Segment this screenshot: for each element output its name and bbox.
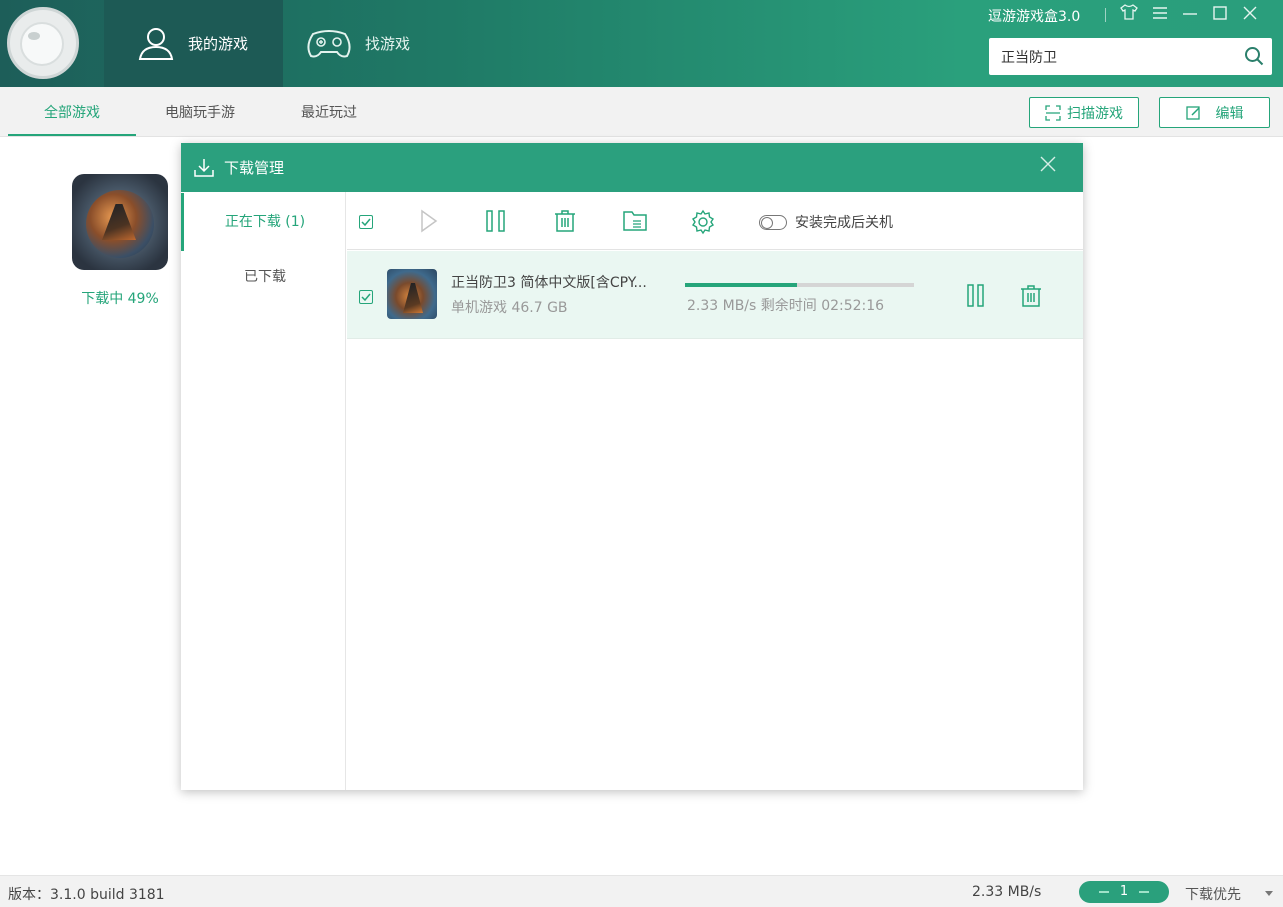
shutdown-label: 安装完成后关机 xyxy=(795,215,893,231)
user-icon xyxy=(138,27,174,60)
dialog-sidebar: 正在下载 (1) 已下载 xyxy=(181,192,346,790)
download-progress-fill xyxy=(685,283,798,287)
app-logo[interactable] xyxy=(7,7,79,79)
row-checkbox[interactable] xyxy=(359,290,373,304)
game-tile-cover[interactable] xyxy=(72,174,168,270)
edit-icon xyxy=(1185,105,1200,120)
sub-navigation: 全部游戏 电脑玩手游 最近玩过 扫描游戏 编辑 xyxy=(0,87,1283,137)
dialog-close-icon[interactable] xyxy=(1039,155,1057,173)
dialog-title: 下载管理 xyxy=(224,159,285,177)
edit-label: 编辑 xyxy=(1215,105,1244,122)
menu-icon[interactable] xyxy=(1152,5,1168,25)
minimize-icon[interactable] xyxy=(1182,5,1198,25)
chevron-down-icon[interactable] xyxy=(1265,891,1273,896)
search-input[interactable] xyxy=(1001,48,1231,65)
status-bar: 版本：3.1.0 build 3181 2.33 MB/s 1 下载优先 xyxy=(0,875,1283,907)
download-icon xyxy=(194,158,214,177)
gamepad-icon xyxy=(307,29,351,57)
download-title: 正当防卫3 简体中文版[含CPY... xyxy=(451,275,647,291)
scan-games-label: 扫描游戏 xyxy=(1067,105,1123,122)
window-controls xyxy=(1105,4,1272,25)
delete-icon[interactable] xyxy=(554,209,576,233)
subtab-recent[interactable]: 最近玩过 xyxy=(282,87,376,136)
row-pause-icon[interactable] xyxy=(967,284,985,308)
edit-button[interactable]: 编辑 xyxy=(1159,97,1270,128)
tab-my-games-label: 我的游戏 xyxy=(188,35,249,53)
title-separator xyxy=(1105,7,1106,22)
settings-gear-icon[interactable] xyxy=(690,209,716,235)
close-icon[interactable] xyxy=(1242,5,1258,25)
download-speed: 2.33 MB/s 剩余时间 02:52:16 xyxy=(687,298,885,314)
app-title: 逗游游戏盒3.0 xyxy=(988,9,1081,25)
scan-games-button[interactable]: 扫描游戏 xyxy=(1029,97,1139,128)
sidebar-item-downloaded[interactable]: 已下载 xyxy=(181,246,346,304)
search-box xyxy=(989,38,1272,75)
priority-select[interactable]: 下载优先 xyxy=(1185,884,1241,904)
maximize-icon[interactable] xyxy=(1212,5,1228,25)
download-progress-bar xyxy=(685,283,914,287)
subtab-all-games[interactable]: 全部游戏 xyxy=(8,87,136,136)
folder-icon[interactable] xyxy=(622,209,648,233)
dialog-header: 下载管理 xyxy=(181,143,1083,192)
statusbar-speed: 2.33 MB/s xyxy=(972,884,1042,900)
scan-icon xyxy=(1045,104,1061,121)
pause-all-icon[interactable] xyxy=(485,209,507,233)
skin-icon[interactable] xyxy=(1120,4,1138,25)
game-thumbnail xyxy=(387,269,437,319)
start-icon[interactable] xyxy=(419,209,439,233)
download-row[interactable]: 正当防卫3 简体中文版[含CPY... 单机游戏 46.7 GB 2.33 MB… xyxy=(347,251,1083,339)
download-count: 1 xyxy=(1119,884,1129,899)
download-toolbar: 安装完成后关机 xyxy=(347,192,1083,250)
row-delete-icon[interactable] xyxy=(1020,284,1042,308)
game-tile-status: 下载中 49% xyxy=(81,291,159,307)
download-meta: 单机游戏 46.7 GB xyxy=(451,300,568,316)
search-icon[interactable] xyxy=(1244,46,1264,66)
toggle-switch[interactable] xyxy=(759,214,787,230)
subtab-mobile-games[interactable]: 电脑玩手游 xyxy=(150,87,250,136)
tab-my-games[interactable]: 我的游戏 xyxy=(104,0,283,87)
select-all-checkbox[interactable] xyxy=(359,215,373,229)
download-manager-dialog: 下载管理 正在下载 (1) 已下载 安装完成后关机 正当防卫3 简体中文版[含C… xyxy=(181,143,1083,790)
shutdown-toggle[interactable]: 安装完成后关机 xyxy=(759,212,893,232)
version-text: 版本：3.1.0 build 3181 xyxy=(8,887,165,903)
sidebar-item-downloading[interactable]: 正在下载 (1) xyxy=(181,193,346,251)
tab-find-games-label: 找游戏 xyxy=(365,35,411,53)
app-header: 我的游戏 找游戏 逗游游戏盒3.0 xyxy=(0,0,1283,87)
download-count-pill[interactable]: 1 xyxy=(1079,881,1169,903)
tab-find-games[interactable]: 找游戏 xyxy=(305,0,465,87)
dialog-main: 安装完成后关机 正当防卫3 简体中文版[含CPY... 单机游戏 46.7 GB… xyxy=(347,192,1083,790)
